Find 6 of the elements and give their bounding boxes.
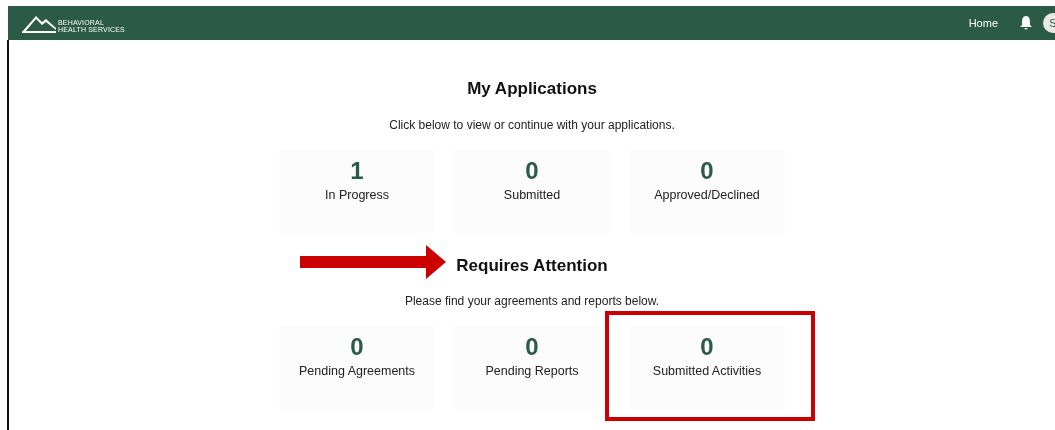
bell-icon[interactable] [1019,15,1033,31]
section-title: My Applications [467,78,597,100]
section-subtitle: Please find your agreements and reports below. [404,293,660,310]
section-subtitle: Click below to view or continue with your applications. [389,116,675,134]
nav-link[interactable]: Home [968,14,998,32]
section-title: Requires Attention [456,254,608,277]
